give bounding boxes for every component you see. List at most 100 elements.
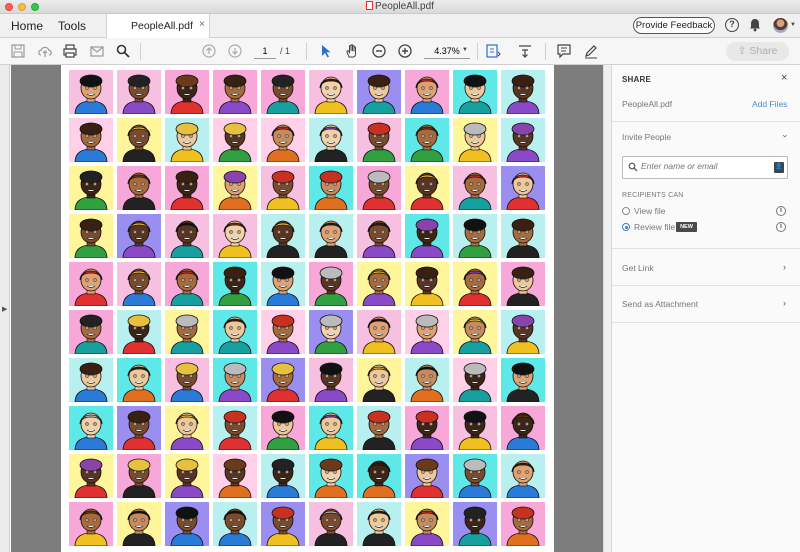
view-file-info-icon[interactable]: i: [776, 206, 786, 216]
avatar-illustration: [117, 166, 161, 210]
comment-icon[interactable]: [556, 43, 572, 59]
zoom-out-icon[interactable]: [371, 43, 387, 59]
avatar-illustration: [165, 406, 209, 450]
avatar-illustration: [309, 166, 353, 210]
print-icon[interactable]: [62, 43, 78, 59]
avatar-illustration: [357, 214, 401, 258]
avatar-illustration: [405, 214, 449, 258]
hand-icon[interactable]: [344, 43, 360, 59]
provide-feedback-button[interactable]: Provide Feedback: [633, 17, 715, 34]
add-files-link[interactable]: Add Files: [752, 99, 787, 109]
user-avatar[interactable]: [773, 18, 788, 33]
avatar-illustration: [453, 70, 497, 114]
avatar-illustration: [117, 214, 161, 258]
panel-divider: [612, 248, 800, 249]
avatar-illustration: [405, 118, 449, 162]
avatar-illustration: [165, 262, 209, 306]
pdf-file-icon: [366, 1, 374, 10]
avatar-illustration: [261, 70, 305, 114]
page-number-input[interactable]: [254, 44, 276, 59]
scroll-mode-icon[interactable]: [517, 43, 533, 59]
home-nav[interactable]: Home: [11, 19, 43, 33]
document-scrollbar[interactable]: [603, 65, 611, 552]
avatar-illustration: [261, 214, 305, 258]
view-file-radio[interactable]: [622, 207, 630, 215]
avatar-illustration: [405, 70, 449, 114]
invite-collapse-chevron-icon[interactable]: ›: [781, 135, 791, 138]
send-attachment-chevron-icon[interactable]: ›: [783, 298, 786, 308]
avatar-illustration: [357, 118, 401, 162]
document-tab-close-icon[interactable]: ×: [199, 19, 205, 30]
avatar-illustration: [405, 406, 449, 450]
expand-nav-icon[interactable]: ▶: [2, 305, 7, 313]
save-icon[interactable]: [10, 43, 26, 59]
avatar-illustration: [453, 454, 497, 498]
avatar-illustration: [357, 454, 401, 498]
avatar-illustration: [117, 262, 161, 306]
help-icon[interactable]: ?: [725, 18, 739, 32]
avatar-illustration: [501, 262, 545, 306]
invite-email-input[interactable]: [641, 161, 765, 171]
avatar-illustration: [213, 214, 257, 258]
avatar-illustration: [261, 262, 305, 306]
avatar-illustration: [501, 454, 545, 498]
zoom-in-icon[interactable]: [397, 43, 413, 59]
review-file-label[interactable]: Review file: [634, 222, 675, 232]
avatar-illustration: [117, 406, 161, 450]
avatar-illustration: [165, 70, 209, 114]
fit-page-icon[interactable]: [485, 43, 501, 59]
avatar-illustration: [309, 214, 353, 258]
avatar-illustration: [453, 502, 497, 546]
get-link-label[interactable]: Get Link: [622, 263, 654, 273]
toolbar-separator: [140, 43, 141, 60]
share-upload-icon: ⇪: [737, 45, 750, 57]
mail-icon[interactable]: [89, 43, 105, 59]
document-viewport[interactable]: [11, 65, 603, 552]
avatar-illustration: [453, 118, 497, 162]
avatar-illustration: [213, 358, 257, 402]
pdf-page: [61, 65, 554, 552]
pointer-icon[interactable]: [318, 43, 334, 59]
address-book-icon[interactable]: 👤: [774, 162, 784, 173]
tools-nav[interactable]: Tools: [58, 19, 86, 33]
upload-icon[interactable]: [37, 43, 53, 59]
avatar-illustration: [213, 454, 257, 498]
document-tab[interactable]: PeopleAll.pdf ×: [106, 14, 210, 38]
avatar-illustration: [213, 166, 257, 210]
page-down-icon[interactable]: [227, 43, 243, 59]
page-up-icon[interactable]: [201, 43, 217, 59]
sign-icon[interactable]: [583, 43, 599, 59]
avatar-illustration: [405, 310, 449, 354]
avatar-illustration: [69, 310, 113, 354]
invite-people-label[interactable]: Invite People: [622, 132, 671, 142]
share-panel-close-icon[interactable]: ×: [781, 72, 787, 84]
tab-bar: Home Tools PeopleAll.pdf × Provide Feedb…: [0, 14, 800, 38]
toolbar-separator: [545, 43, 546, 60]
send-attachment-label[interactable]: Send as Attachment: [622, 299, 698, 309]
review-file-radio[interactable]: [622, 223, 630, 231]
avatar-illustration: [405, 262, 449, 306]
avatar-illustration: [309, 310, 353, 354]
avatar-illustration: [261, 406, 305, 450]
avatar-illustration: [357, 502, 401, 546]
review-file-info-icon[interactable]: i: [776, 222, 786, 232]
view-file-label[interactable]: View file: [634, 206, 666, 216]
avatar-illustration: [309, 454, 353, 498]
avatar-illustration: [117, 358, 161, 402]
bell-icon[interactable]: [749, 18, 761, 35]
get-link-chevron-icon[interactable]: ›: [783, 262, 786, 272]
left-nav-gutter[interactable]: ▶: [0, 65, 10, 552]
invite-email-field[interactable]: 👤: [622, 156, 788, 179]
search-icon[interactable]: [115, 43, 131, 59]
zoom-dropdown-icon[interactable]: ▼: [462, 47, 468, 53]
avatar-illustration: [453, 214, 497, 258]
panel-divider: [612, 121, 800, 122]
avatar-illustration: [261, 310, 305, 354]
avatar-illustration: [213, 118, 257, 162]
avatar-caret-icon[interactable]: ▼: [790, 22, 796, 28]
avatar-illustration: [261, 166, 305, 210]
avatar-illustration: [501, 118, 545, 162]
share-button[interactable]: ⇪ Share: [726, 42, 789, 61]
avatar-illustration: [69, 118, 113, 162]
share-panel: SHARE × PeopleAll.pdf Add Files Invite P…: [611, 65, 800, 552]
